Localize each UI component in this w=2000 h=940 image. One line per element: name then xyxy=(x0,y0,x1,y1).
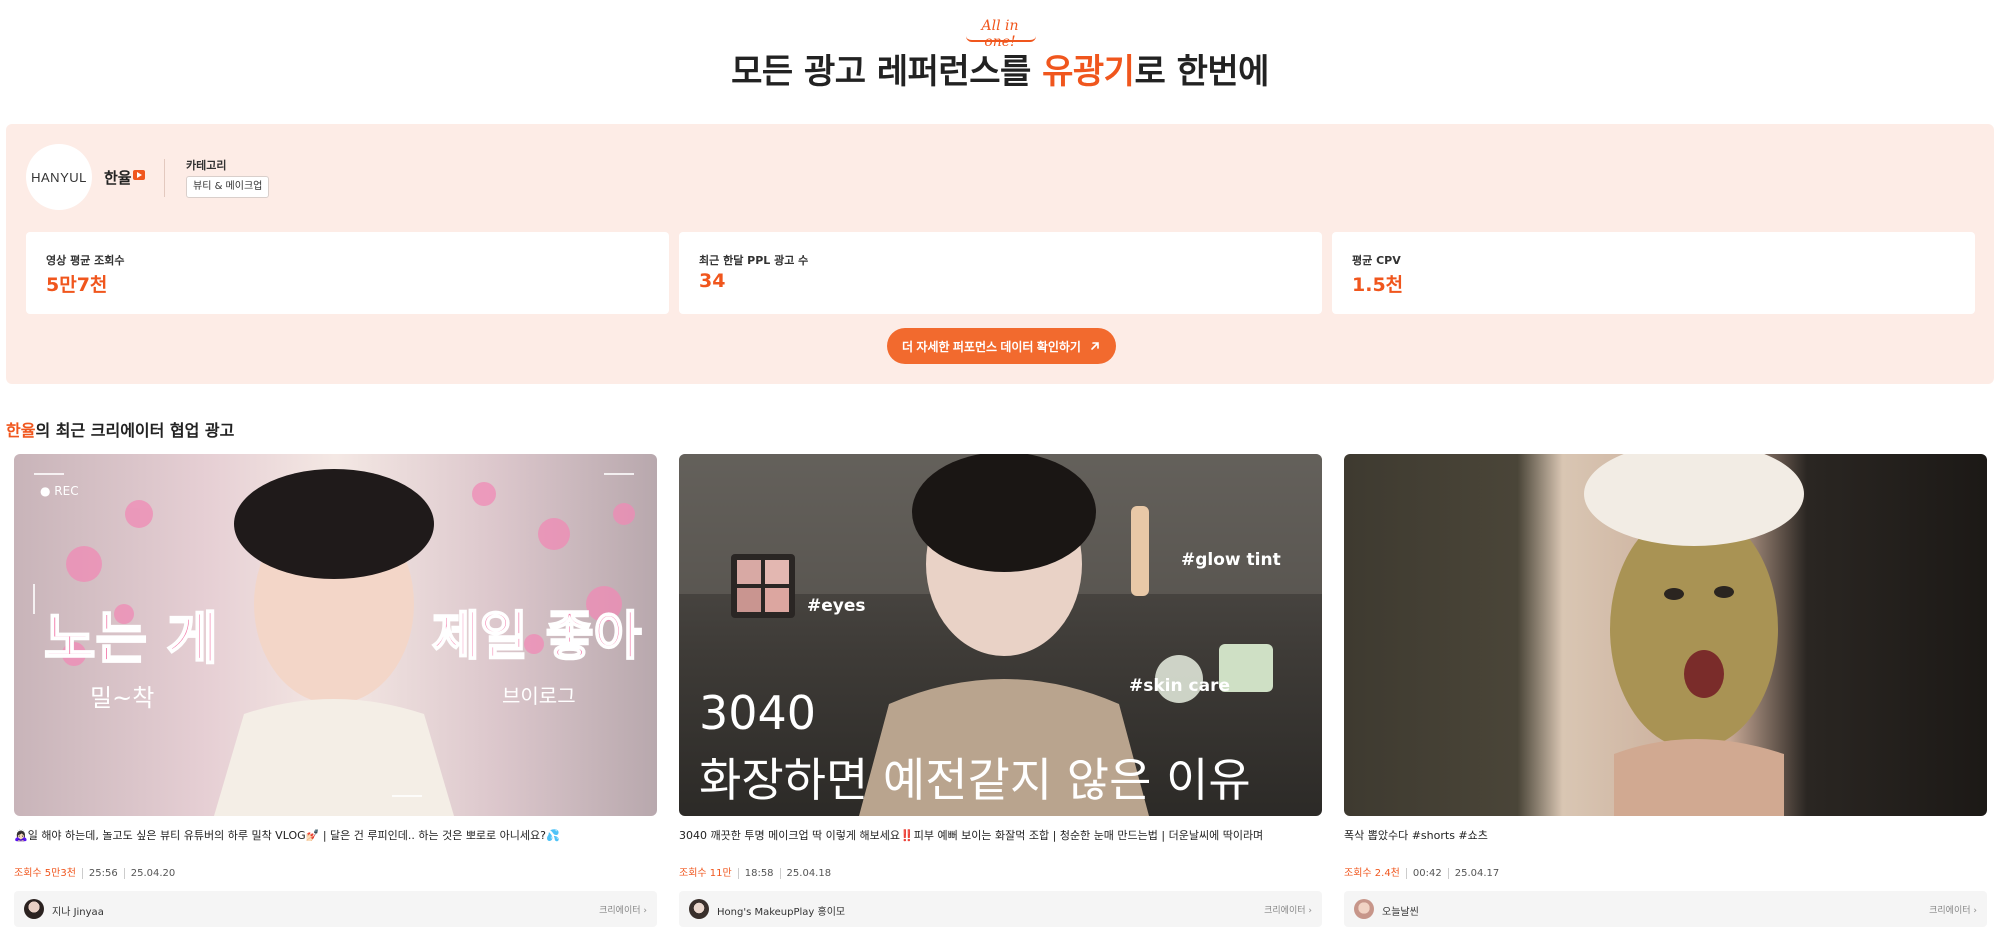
thumbnail-text: 3040 xyxy=(699,686,817,740)
stat-label: 최근 한달 PPL 광고 수 xyxy=(699,254,809,267)
section-title: 한율의 최근 크리에이터 협업 광고 xyxy=(6,417,234,441)
stat-label: 영상 평균 조회수 xyxy=(46,254,125,267)
stat-avg-cpv: 평균 CPV 1.5천 xyxy=(1332,232,1975,314)
creator-link[interactable]: 크리에이터 › xyxy=(1929,903,1977,916)
stat-avg-views: 영상 평균 조회수 5만7천 xyxy=(26,232,669,314)
video-date: 25.04.17 xyxy=(1447,868,1506,879)
stat-value: 34 xyxy=(699,270,726,292)
creator-avatar xyxy=(689,899,709,919)
stat-ppl-count: 최근 한달 PPL 광고 수 34 xyxy=(679,232,1322,314)
creator-avatar xyxy=(1354,899,1374,919)
video-title[interactable]: 🙇🏻‍♀️일 해야 하는데, 놀고도 싶은 뷰티 유튜버의 하루 밀착 VLOG… xyxy=(14,827,657,843)
category-chip: 뷰티 & 메이크업 xyxy=(186,176,270,198)
thumbnail-text: 노는 게 xyxy=(43,606,219,673)
thumbnail-text: 브이로그 xyxy=(502,684,576,708)
creator-link[interactable]: 크리에이터 › xyxy=(599,903,647,916)
channel-name[interactable]: 한율 xyxy=(104,167,132,188)
channel-logo-text: HANYUL xyxy=(31,169,87,185)
hero-title: 모든 광고 레퍼런스를 유광기로 한번에 xyxy=(0,44,2000,93)
video-duration: 25:56 xyxy=(81,868,124,879)
thumbnail-rec-label: ● REC xyxy=(40,484,79,498)
video-title[interactable]: 3040 깨끗한 투명 메이크업 딱 이렇게 해보세요‼️피부 예뻐 보이는 화… xyxy=(679,827,1322,843)
video-thumbnail[interactable]: #eyes #glow tint #skin care 3040 화장하면 예전… xyxy=(679,454,1322,816)
video-meta: 조회수 2.4천 00:42 25.04.17 xyxy=(1344,868,1505,879)
thumbnail-text: 제일 좋아 xyxy=(431,606,642,668)
creator-avatar xyxy=(24,899,44,919)
video-title[interactable]: 폭삭 뽑았수다 #shorts #쇼츠 xyxy=(1344,827,1987,843)
thumbnail-text: 화장하면 예전같지 않은 이유 xyxy=(699,753,1251,807)
video-date: 25.04.20 xyxy=(123,868,182,879)
performance-data-button[interactable]: 더 자세한 퍼포먼스 데이터 확인하기 xyxy=(887,328,1116,364)
thumbnail-tag: #eyes xyxy=(807,596,866,616)
hero-title-after: 로 한번에 xyxy=(1134,52,1269,92)
video-views: 조회수 11만 xyxy=(679,868,732,879)
video-date: 25.04.18 xyxy=(779,868,838,879)
channel-avatar[interactable]: HANYUL xyxy=(26,144,92,210)
creator-bar[interactable]: Hong's MakeupPlay 홍이모 크리에이터 › xyxy=(679,891,1322,927)
category-label: 카테고리 xyxy=(186,159,227,172)
thumbnail-tag: #glow tint xyxy=(1181,550,1281,570)
hero-title-before: 모든 광고 레퍼런스를 xyxy=(731,52,1043,92)
video-meta: 조회수 11만 18:58 25.04.18 xyxy=(679,868,837,879)
creator-bar[interactable]: 오늘날씬 크리에이터 › xyxy=(1344,891,1987,927)
creator-name: Hong's MakeupPlay 홍이모 xyxy=(717,907,846,918)
creator-bar[interactable]: 지나 Jinyaa 크리에이터 › xyxy=(14,891,657,927)
thumbnail-tag: #skin care xyxy=(1129,676,1230,696)
video-card[interactable]: ● REC 노는 게 제일 좋아 밀~착 브이로그 🙇🏻‍♀️일 해야 하는데,… xyxy=(14,454,657,930)
creator-name: 오늘날씬 xyxy=(1382,907,1419,918)
video-duration: 18:58 xyxy=(737,868,780,879)
stat-value: 1.5천 xyxy=(1352,274,1404,296)
thumbnail-art xyxy=(1584,454,1804,816)
hero-header: All in one! 모든 광고 레퍼런스를 유광기로 한번에 xyxy=(0,0,2000,110)
stat-value: 5만7천 xyxy=(46,274,108,296)
section-title-accent: 한율 xyxy=(6,421,36,440)
video-duration: 00:42 xyxy=(1405,868,1448,879)
arrow-up-right-icon xyxy=(1091,342,1099,350)
stat-label: 평균 CPV xyxy=(1352,254,1401,267)
video-card[interactable]: #eyes #glow tint #skin care 3040 화장하면 예전… xyxy=(679,454,1322,930)
video-views: 조회수 5만3천 xyxy=(14,868,76,879)
hero-title-accent: 유광기 xyxy=(1042,52,1135,92)
video-meta: 조회수 5만3천 25:56 25.04.20 xyxy=(14,868,181,879)
video-card[interactable]: 폭삭 뽑았수다 #shorts #쇼츠 조회수 2.4천 00:42 25.04… xyxy=(1344,454,1987,930)
video-thumbnail[interactable] xyxy=(1344,454,1987,816)
divider xyxy=(164,159,165,197)
cta-label: 더 자세한 퍼포먼스 데이터 확인하기 xyxy=(902,339,1081,354)
hero-tag-underline xyxy=(966,36,1036,42)
video-views: 조회수 2.4천 xyxy=(1344,868,1400,879)
channel-panel: HANYUL 한율 카테고리 뷰티 & 메이크업 영상 평균 조회수 5만7천 … xyxy=(6,124,1994,384)
youtube-icon[interactable] xyxy=(133,170,145,180)
section-title-rest: 의 최근 크리에이터 협업 광고 xyxy=(35,421,235,440)
video-thumbnail[interactable]: ● REC 노는 게 제일 좋아 밀~착 브이로그 xyxy=(14,454,657,816)
thumbnail-text: 밀~착 xyxy=(90,684,155,712)
creator-link[interactable]: 크리에이터 › xyxy=(1264,903,1312,916)
creator-name: 지나 Jinyaa xyxy=(52,907,104,918)
